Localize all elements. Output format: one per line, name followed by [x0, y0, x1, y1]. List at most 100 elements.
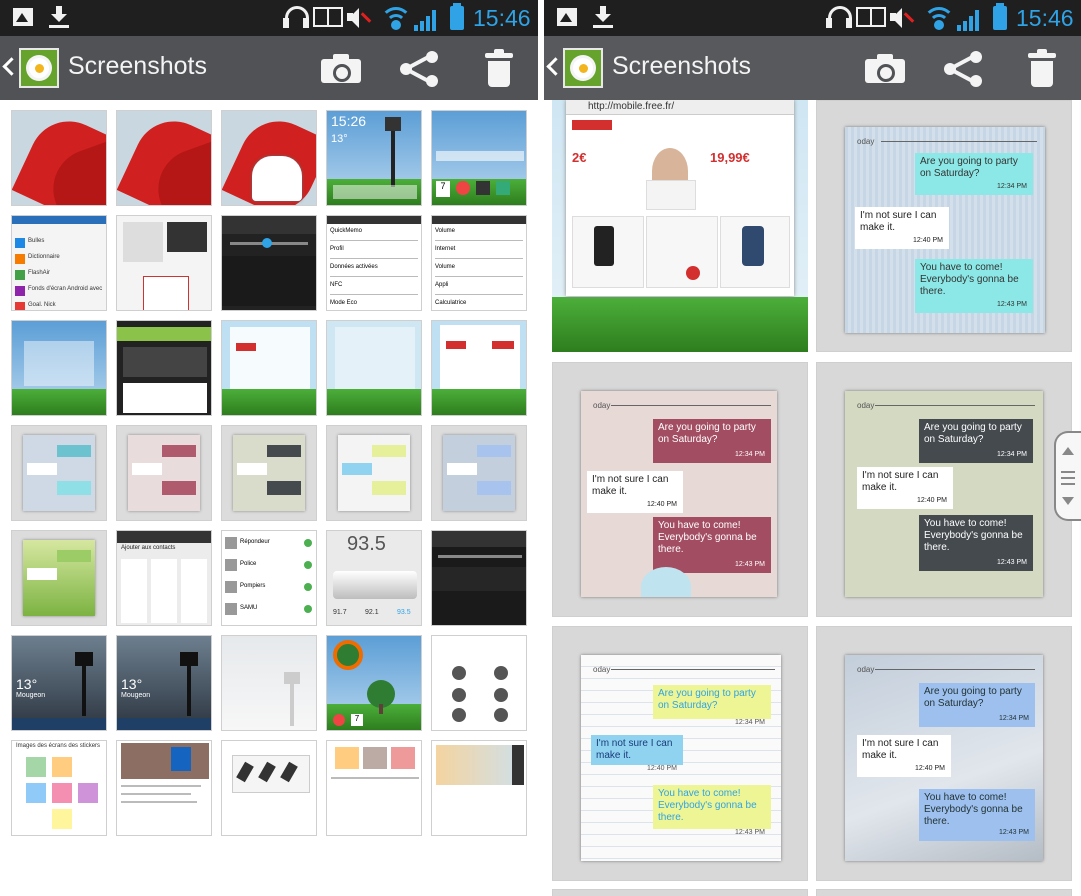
thumbnail[interactable]: [11, 320, 107, 416]
delete-button[interactable]: [1028, 49, 1056, 87]
thumbnail[interactable]: [116, 425, 212, 521]
thumb-text: FlashAir: [28, 270, 51, 276]
thumbnail[interactable]: Images des écrans des stickers: [11, 740, 107, 836]
right-screen: 15:46 Screenshots http://mobile.free.fr/…: [544, 0, 1081, 896]
gallery-app-icon[interactable]: [19, 48, 59, 88]
thumbnail[interactable]: 7: [326, 635, 422, 731]
thumbnail[interactable]: [116, 740, 212, 836]
download-icon: [592, 6, 614, 28]
chat-header: oday: [857, 401, 875, 410]
wifi-icon: [380, 5, 412, 31]
thumbnail[interactable]: [221, 635, 317, 731]
thumb-text: Images des écrans des stickers: [16, 743, 101, 749]
thumbnail[interactable]: [221, 740, 317, 836]
thumbnail-large[interactable]: oday Are you going to party on Saturday?…: [552, 362, 808, 617]
thumb-text: 93.5: [397, 609, 411, 616]
image-notification-icon: [13, 8, 33, 26]
fast-scroll-handle[interactable]: [1054, 431, 1081, 521]
chat-bubble-sent: You have to come! Everybody's gonna be t…: [915, 259, 1033, 313]
chat-bubble-received: I'm not sure I can make it. 12:40 PM: [855, 207, 949, 249]
thumbnail[interactable]: [326, 425, 422, 521]
battery-icon: [993, 3, 1007, 30]
thumbnail[interactable]: [431, 740, 527, 836]
thumbnail[interactable]: [11, 530, 107, 626]
album-title: Screenshots: [612, 52, 751, 80]
thumbnail-large[interactable]: http://mobile.free.fr/ 2€ 19,99€: [552, 100, 808, 352]
chat-bubble-sent: Are you going to party on Saturday? 12:3…: [653, 419, 771, 463]
chat-bubble-sent: Are you going to party on Saturday? 12:3…: [915, 153, 1033, 195]
thumb-text: Pompiers: [240, 583, 266, 589]
thumbnail[interactable]: [221, 425, 317, 521]
status-bar: 15:46: [0, 0, 538, 36]
thumbnail-large[interactable]: oday Are you going to party on Saturday?…: [816, 362, 1072, 617]
thumbnail[interactable]: [116, 320, 212, 416]
thumbnail[interactable]: QuickMemo Profil Données activées NFC Mo…: [326, 215, 422, 311]
clock: 15:46: [1016, 5, 1074, 31]
thumb-text: Répondeur: [240, 539, 270, 545]
thumbnail[interactable]: 13° Mougeon: [116, 635, 212, 731]
back-icon[interactable]: [546, 57, 565, 76]
wifi-icon: [923, 5, 955, 31]
thumbnail-large[interactable]: oday Are you going to party on Saturday?…: [816, 626, 1072, 881]
chat-bubble-sent: You have to come! Everybody's gonna be t…: [919, 515, 1033, 571]
clock: 15:46: [473, 5, 531, 31]
thumbnail[interactable]: [431, 635, 527, 731]
thumb-text: NFC: [330, 282, 343, 288]
thumb-text: Calculatrice: [435, 300, 467, 306]
thumbnail[interactable]: [11, 110, 107, 206]
delete-button[interactable]: [485, 49, 513, 87]
thumb-text: SAMU: [240, 605, 258, 611]
share-button[interactable]: [944, 51, 984, 87]
action-bar: Screenshots: [0, 36, 538, 100]
thumbnail[interactable]: [221, 110, 317, 206]
thumb-clock: 15:26: [331, 113, 367, 129]
thumb-text: Internet: [435, 246, 456, 252]
thumb-text: Police: [240, 561, 257, 567]
thumbnail[interactable]: [431, 320, 527, 416]
thumbnail[interactable]: [326, 320, 422, 416]
thumb-text: 92.1: [365, 609, 379, 616]
thumbnail[interactable]: Bulles Dictionnaire FlashAir Fonds d'écr…: [11, 215, 107, 311]
chat-bubble-sent: Are you going to party on Saturday? 12:3…: [653, 685, 771, 726]
thumb-text: Volume: [435, 264, 456, 270]
camera-button[interactable]: [321, 53, 361, 83]
thumbnail[interactable]: 93.5 91.7 92.1 93.5: [326, 530, 422, 626]
thumb-price: 2€: [572, 150, 587, 165]
thumbnail-large[interactable]: [552, 889, 808, 896]
thumb-weather-temp: 13°: [121, 676, 143, 692]
thumbnail[interactable]: Ajouter aux contacts: [116, 530, 212, 626]
thumbnail[interactable]: Répondeur Police Pompiers SAMU: [221, 530, 317, 626]
battery-icon: [450, 3, 464, 30]
signal-icon: [414, 9, 440, 31]
camera-button[interactable]: [865, 53, 905, 83]
chat-header: oday: [593, 665, 611, 674]
thumb-text: Volume: [435, 228, 456, 234]
image-notification-icon: [557, 8, 577, 26]
thumb-text: Fonds d'écran Android avec: [28, 286, 103, 292]
chat-header: oday: [857, 137, 875, 146]
status-bar: 15:46: [544, 0, 1081, 36]
chat-bubble-sent: Are you going to party on Saturday? 12:3…: [919, 419, 1033, 463]
thumbnail[interactable]: 13° Mougeon: [11, 635, 107, 731]
thumbnail[interactable]: [326, 740, 422, 836]
thumbnail[interactable]: [221, 320, 317, 416]
thumbnail[interactable]: Volume Internet Volume Appli Calculatric…: [431, 215, 527, 311]
share-button[interactable]: [400, 51, 440, 87]
thumbnail[interactable]: [221, 215, 317, 311]
thumbnail-large[interactable]: [816, 889, 1072, 896]
thumbnail[interactable]: [116, 215, 212, 311]
thumbnail[interactable]: [116, 110, 212, 206]
thumbnail[interactable]: 15:26 13°: [326, 110, 422, 206]
thumbnail[interactable]: [431, 530, 527, 626]
thumb-temp: 13°: [331, 133, 348, 145]
gallery-app-icon[interactable]: [563, 48, 603, 88]
thumbnail[interactable]: [431, 425, 527, 521]
thumbnail[interactable]: [11, 425, 107, 521]
thumbnail-large[interactable]: oday Are you going to party on Saturday?…: [816, 100, 1072, 352]
thumbnail[interactable]: 7: [431, 110, 527, 206]
mute-icon: [890, 7, 916, 29]
thumbnail-large[interactable]: oday Are you going to party on Saturday?…: [552, 626, 808, 881]
headset-icon: [825, 6, 853, 28]
thumb-text: Mougeon: [121, 692, 151, 699]
back-icon[interactable]: [2, 57, 21, 76]
